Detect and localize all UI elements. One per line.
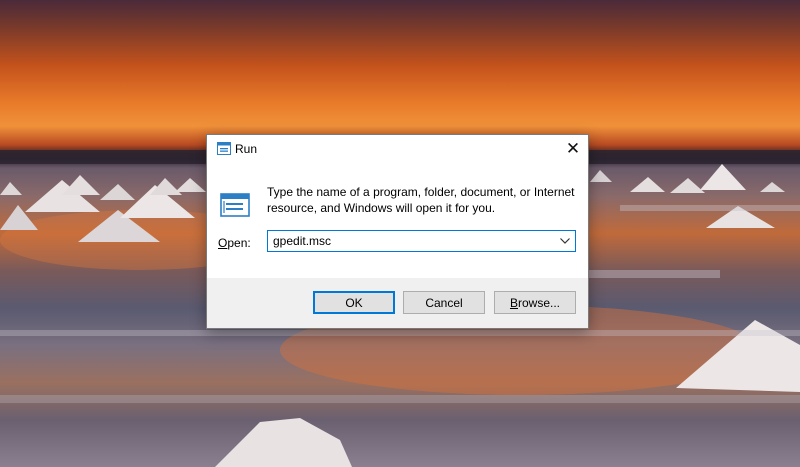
open-combobox[interactable] [267,230,576,252]
ok-button[interactable]: OK [313,291,395,314]
open-label-accelerator: O [218,236,228,250]
title-bar[interactable]: Run ✕ [207,135,588,163]
open-label: Open: [218,236,251,250]
dialog-body: Type the name of a program, folder, docu… [207,163,588,278]
open-input[interactable] [268,231,550,251]
dialog-title: Run [235,142,258,156]
browse-accelerator: B [509,295,518,310]
button-bar: OK Cancel Browse... [207,278,588,328]
chevron-down-icon [560,238,570,244]
run-app-icon [217,142,231,155]
close-button[interactable]: ✕ [558,135,588,163]
close-icon: ✕ [565,139,581,158]
dropdown-button[interactable] [555,231,575,251]
run-dialog: Run ✕ Type the name of a program, folder… [206,134,589,329]
browse-button[interactable]: Browse... [494,291,576,314]
cancel-button[interactable]: Cancel [403,291,485,314]
browse-label: rowse... [518,295,561,310]
run-app-icon [220,193,250,217]
open-label-text: pen: [227,236,251,250]
dialog-description: Type the name of a program, folder, docu… [267,185,575,215]
